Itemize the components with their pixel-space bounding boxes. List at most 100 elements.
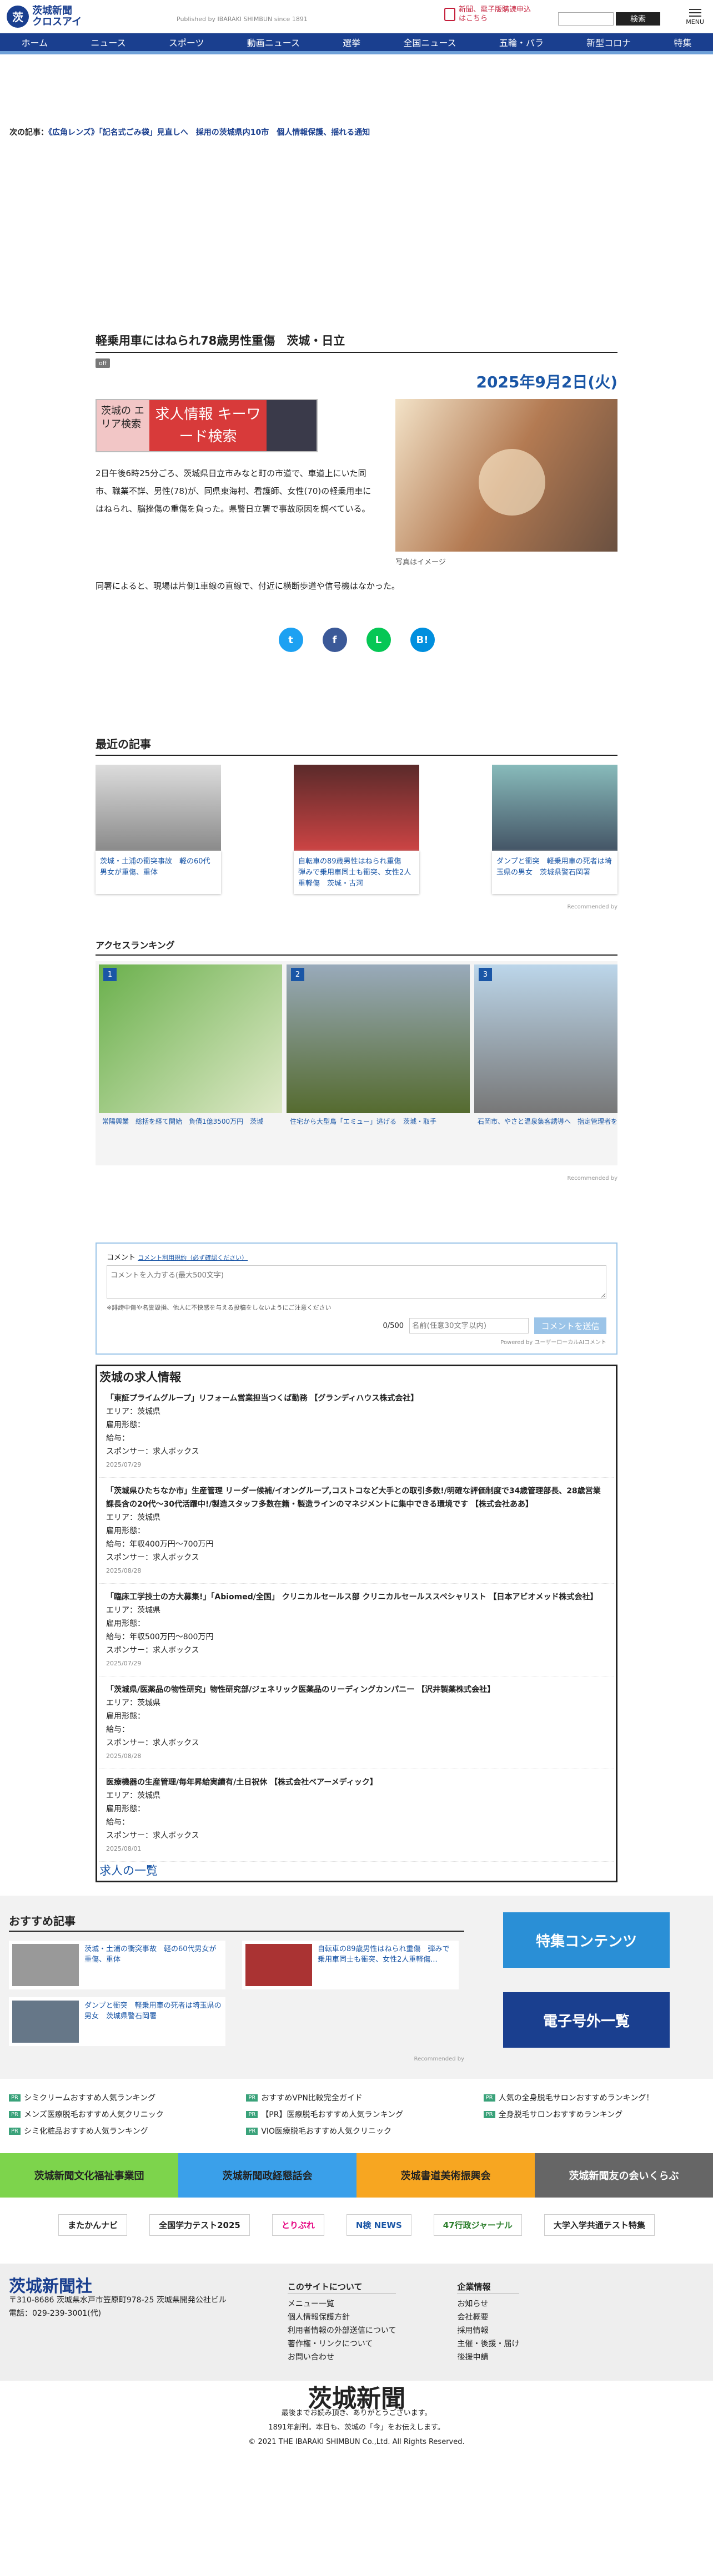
footer-logo: 茨城新聞社 xyxy=(9,2277,92,2296)
partner-banner[interactable]: またかんナビ xyxy=(58,2214,128,2236)
next-article-link[interactable]: 《広角レンズ》「記名式ごみ袋」見直しへ 採用の茨城県内10市 個人情報保護、揺れ… xyxy=(48,128,370,137)
banner-area-text: 茨城の エリア検索 xyxy=(97,400,149,451)
digital-extra-banner[interactable]: 電子号外一覧 xyxy=(503,1992,670,2048)
pr-link[interactable]: PR VIO医療脱毛おすすめ人気クリニック xyxy=(246,2125,466,2136)
line-share-icon[interactable]: L xyxy=(366,628,391,652)
article: 軽乗用車にはねられ78歳男性重傷 茨城・日立 off 2025年9月2日(火) … xyxy=(96,332,617,1882)
pr-badge: PR xyxy=(483,2094,495,2102)
card-title: 茨城・土浦の衝突事故 軽の60代男女が重傷、重体 xyxy=(84,1945,217,1964)
pr-badge: PR xyxy=(9,2127,21,2135)
submit-comment-button[interactable]: コメントを送信 xyxy=(534,1317,606,1334)
feature-content-banner[interactable]: 特集コンテンツ xyxy=(503,1912,670,1968)
nav-item[interactable]: 五輪・パラ xyxy=(499,36,544,49)
menu-label: MENU xyxy=(686,18,704,26)
nav-item[interactable]: 全国ニュース xyxy=(403,36,456,49)
job-item[interactable]: 「東証プライムグループ」リフォーム営業担当つくば勤務 【グランディハウス株式会社… xyxy=(99,1385,614,1478)
banner-keyword-text: 求人情報 キーワード検索 xyxy=(155,406,261,445)
card-image xyxy=(12,2001,79,2043)
footer-link[interactable]: お問い合わせ xyxy=(288,2351,396,2364)
ranking-card[interactable]: 3 石岡市、やさと温泉集客誘導へ 指定管理者を公募 茨城 xyxy=(474,964,617,1162)
menu-button[interactable]: MENU xyxy=(686,9,704,26)
job-search-banner[interactable]: 茨城の エリア検索 求人情報 キーワード検索 xyxy=(96,399,318,452)
nav-item[interactable]: 新型コロナ xyxy=(586,36,631,49)
group-tile[interactable]: 茨城新聞友の会いくらぶ xyxy=(535,2153,713,2198)
pr-link[interactable]: PR シミ化粧品おすすめ人気ランキング xyxy=(9,2125,229,2136)
ranking-card[interactable]: 2 住宅から大型鳥「エミュー」逃げる 茨城・取手 xyxy=(287,964,470,1162)
recommended-card[interactable]: 茨城・土浦の衝突事故 軽の60代男女が重傷、重体 xyxy=(9,1941,225,1989)
recent-article-card[interactable]: 自転車の89歳男性はねられ重傷 弾みで乗用車同士も衝突、女性2人重軽傷 茨城・古… xyxy=(294,765,419,894)
photo-caption: 写真はイメージ xyxy=(395,558,446,567)
name-input[interactable] xyxy=(409,1318,529,1334)
footer-link[interactable]: 後援申請 xyxy=(457,2351,519,2364)
article-paragraph: 同署によると、現場は片側1車線の直線で、付近に横断歩道や信号機はなかった。 xyxy=(96,581,400,591)
pr-link[interactable]: PR メンズ医療脱毛おすすめ人気クリニック xyxy=(9,2109,229,2120)
job-item[interactable]: 「臨床工学技士の方大募集!」「Abiomed/全国」 クリニカルセールス部 クリ… xyxy=(99,1584,614,1676)
site-logo[interactable]: 茨 茨城新聞 クロスアイ xyxy=(7,5,82,28)
recent-article-card[interactable]: 茨城・土浦の衝突事故 軽の60代男女が重傷、重体 xyxy=(96,765,221,894)
search-input[interactable] xyxy=(558,12,614,26)
partner-banner[interactable]: とりぷれ xyxy=(272,2214,324,2236)
footer-link[interactable]: 主催・後援・届け xyxy=(457,2337,519,2351)
job-item[interactable]: 「茨城県/医薬品の物性研究」物性研究部/ジェネリック医薬品のリーディングカンパニ… xyxy=(99,1676,614,1769)
site-header: 茨 茨城新聞 クロスアイ Published by IBARAKI SHIMBUN… xyxy=(0,0,713,33)
recommended-card[interactable]: ダンプと衝突 軽乗用車の死者は埼玉県の男女 茨城県警石岡署 xyxy=(9,1997,225,2046)
comment-textarea[interactable] xyxy=(107,1265,606,1299)
pr-link-text: 全身脱毛サロンおすすめランキング xyxy=(498,2110,623,2119)
job-item[interactable]: 医療機器の生産管理/毎年昇給実績有/土日祝休 【株式会社ベアーメディック】 エリア… xyxy=(99,1769,614,1862)
hatena-share-icon[interactable]: B! xyxy=(410,628,435,652)
footer-link[interactable]: 利用者情報の外部送信について xyxy=(288,2324,396,2337)
partner-banner[interactable]: 全国学力テスト2025 xyxy=(149,2214,250,2236)
pr-link[interactable]: PR 全身脱毛サロンおすすめランキング xyxy=(483,2109,704,2120)
footer-end: 茨城新聞 最後までお読み頂き、ありがとうございます。 1891年創刊。本日も、茨… xyxy=(0,2381,713,2466)
nav-item[interactable]: 選挙 xyxy=(343,36,360,49)
footer-link[interactable]: メニュー一覧 xyxy=(288,2297,396,2311)
nav-item[interactable]: 特集 xyxy=(674,36,691,49)
job-area: エリア：茨城県 xyxy=(106,1791,160,1800)
group-tile[interactable]: 茨城新聞文化福祉事業団 xyxy=(0,2153,178,2198)
group-tile[interactable]: 茨城書道美術振興会 xyxy=(356,2153,535,2198)
comment-label: コメント xyxy=(107,1254,136,1262)
pr-link-text: シミ化粧品おすすめ人気ランキング xyxy=(23,2127,148,2136)
recommended-title: おすすめ記事 xyxy=(9,1912,464,1932)
footer-address: 〒310-8686 茨城県水戸市笠原町978-25 茨城県開発公社ビル xyxy=(9,2296,227,2305)
subscribe-link[interactable]: 新聞、電子版購読申込はこちら xyxy=(444,6,531,23)
facebook-share-icon[interactable]: f xyxy=(322,628,347,652)
article-paragraph: 2日午後6時25分ごろ、茨城県日立市みなと町の市道で、車道上にいた同市、職業不詳… xyxy=(96,468,371,514)
footer-link[interactable]: 個人情報保護方針 xyxy=(288,2311,396,2324)
footer-tagline-2: 1891年創刊。本日も、茨城の「今」をお伝えします。 xyxy=(268,2423,445,2432)
recent-article-card[interactable]: ダンプと衝突 軽乗用車の死者は埼玉県の男女 茨城県警石岡署 xyxy=(492,765,617,894)
footer-link[interactable]: お知らせ xyxy=(457,2297,519,2311)
recommended-by: Recommended by xyxy=(567,1175,617,1181)
pr-link[interactable]: PR シミクリームおすすめ人気ランキング xyxy=(9,2092,229,2103)
footer-tagline-1: 最後までお読み頂き、ありがとうございます。 xyxy=(281,2409,432,2417)
jobs-list-link[interactable]: 求人の一覧 xyxy=(99,1862,158,1880)
job-pay: 給与：年収400万円〜700万円 xyxy=(106,1540,214,1549)
comment-rules-link[interactable]: コメント利用規約（必ず確認ください） xyxy=(138,1254,248,1261)
ranking-card[interactable]: 1 常陽興業 総括を経て開始 負債1億3500万円 茨城 xyxy=(99,964,282,1162)
pr-link[interactable]: PR 【PR】医療脱毛おすすめ人気ランキング xyxy=(246,2109,466,2120)
card-title: 自転車の89歳男性はねられ重傷 弾みで乗用車同士も衝突、女性2人重軽傷... xyxy=(318,1945,450,1964)
powered-by: Powered by ユーザーローカルAIコメント xyxy=(500,1340,606,1346)
nav-item[interactable]: ホーム xyxy=(22,36,48,49)
partner-banner[interactable]: 大学入学共通テスト特集 xyxy=(544,2214,655,2236)
job-item[interactable]: 「茨城県ひたちなか市」生産管理 リーダー候補/イオングループ,コストコなど大手と… xyxy=(99,1478,614,1584)
group-tile[interactable]: 茨城新聞政経懇話会 xyxy=(178,2153,356,2198)
card-title: ダンプと衝突 軽乗用車の死者は埼玉県の男女 茨城県警石岡署 xyxy=(84,2002,222,2021)
footer-link[interactable]: 採用情報 xyxy=(457,2324,519,2337)
nav-item[interactable]: 動画ニュース xyxy=(247,36,300,49)
search-button[interactable]: 検索 xyxy=(616,12,660,26)
partner-banner[interactable]: N検 NEWS xyxy=(346,2214,411,2236)
footer-link[interactable]: 会社概要 xyxy=(457,2311,519,2324)
pr-link[interactable]: PR 人気の全身脱毛サロンおすすめランキング！ xyxy=(483,2092,704,2103)
footer-link[interactable]: 著作権・リンクについて xyxy=(288,2337,396,2351)
nav-item[interactable]: ニュース xyxy=(91,36,125,49)
ranking-title: アクセスランキング xyxy=(96,938,617,956)
recommended-card[interactable]: 自転車の89歳男性はねられ重傷 弾みで乗用車同士も衝突、女性2人重軽傷... xyxy=(242,1941,459,1989)
twitter-share-icon[interactable]: t xyxy=(278,628,303,652)
read-aloud-toggle[interactable]: off xyxy=(96,358,111,368)
card-image xyxy=(294,765,419,851)
pr-link[interactable]: PR おすすめVPN比較完全ガイド xyxy=(246,2092,466,2103)
partner-banner[interactable]: 47行政ジャーナル xyxy=(433,2214,522,2236)
nav-item[interactable]: スポーツ xyxy=(169,36,204,49)
article-date: 2025年9月2日(火) xyxy=(476,373,618,391)
